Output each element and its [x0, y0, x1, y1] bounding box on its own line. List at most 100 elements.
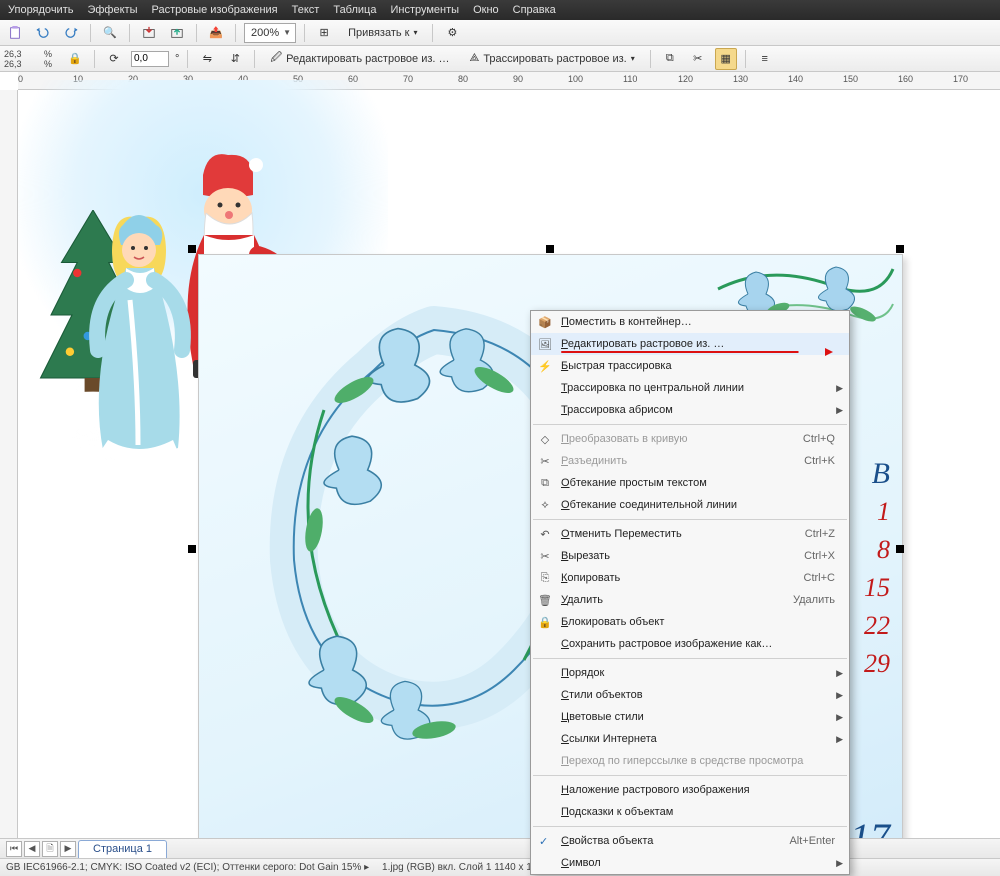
ruler-vertical: [0, 90, 18, 838]
context-menu-item[interactable]: Трассировка по центральной линии ▶: [531, 377, 849, 399]
context-menu-item[interactable]: 🖼Редактировать растровое из. …: [531, 333, 849, 355]
menu-shortcut: Ctrl+C: [804, 572, 835, 584]
import-icon[interactable]: [138, 22, 160, 44]
context-menu: 📦Поместить в контейнер…🖼Редактировать ра…: [530, 310, 850, 875]
menu-separator: [533, 826, 847, 827]
lock-ratio-icon[interactable]: 🔒: [64, 48, 86, 70]
next-page-icon[interactable]: ▶: [60, 841, 76, 857]
context-menu-item[interactable]: Трассировка абрисом▶: [531, 399, 849, 421]
context-menu-item[interactable]: Символ▶: [531, 852, 849, 874]
submenu-arrow-icon: ▶: [836, 712, 843, 723]
menu-item-icon: ⟡: [537, 497, 553, 513]
prev-page-icon[interactable]: ◀: [24, 841, 40, 857]
zoom-level[interactable]: 200% ▼: [244, 23, 296, 43]
rotate-icon[interactable]: ⟳: [103, 48, 125, 70]
menu-shortcut: Ctrl+Q: [803, 433, 835, 445]
canvas-workspace[interactable]: В 1 8 15 22 29 17: [18, 90, 1000, 838]
selection-handle[interactable]: [896, 545, 904, 553]
add-page-icon[interactable]: 🗎: [42, 841, 58, 857]
ruler-tick: 120: [678, 74, 693, 84]
selection-handle[interactable]: [188, 545, 196, 553]
chevron-down-icon: ▾: [631, 54, 635, 63]
mirror-h-icon[interactable]: ⇋: [196, 48, 218, 70]
submenu-arrow-icon: ▶: [836, 383, 843, 394]
menu-text[interactable]: Текст: [292, 4, 320, 16]
submenu-arrow-icon: ▶: [836, 858, 843, 869]
toolbar-standard: 🔍 📤 200% ▼ ⊞ Привязать к ▾ ⚙: [0, 20, 1000, 46]
calendar-row: 29: [864, 645, 890, 683]
submenu-arrow-icon: ▶: [836, 668, 843, 679]
menu-separator: [533, 775, 847, 776]
selection-handle[interactable]: [188, 245, 196, 253]
selection-handle[interactable]: [546, 245, 554, 253]
menu-item-label: Цветовые стили: [561, 711, 644, 723]
snow-maiden-figure: [78, 190, 218, 470]
menu-item-label: Удалить: [561, 594, 603, 606]
context-menu-item[interactable]: Ссылки Интернета▶: [531, 728, 849, 750]
menu-help[interactable]: Справка: [513, 4, 556, 16]
context-menu-item[interactable]: ↶Отменить ПереместитьCtrl+Z: [531, 523, 849, 545]
options-icon[interactable]: ⚙: [441, 22, 463, 44]
menu-arrange[interactable]: Упорядочить: [8, 4, 73, 16]
menu-item-icon: ↶: [537, 526, 553, 542]
ruler-tick: 160: [898, 74, 913, 84]
align-icon[interactable]: ▦: [715, 48, 737, 70]
edit-bitmap-icon: 🖉: [270, 49, 282, 68]
submenu-arrow-icon: ▶: [836, 690, 843, 701]
first-page-icon[interactable]: ⏮: [6, 841, 22, 857]
wrap-text-icon[interactable]: ≡: [754, 48, 776, 70]
menu-bitmaps[interactable]: Растровые изображения: [151, 4, 277, 16]
context-menu-item[interactable]: Цветовые стили ▶: [531, 706, 849, 728]
context-menu-item[interactable]: 🗑УдалитьУдалить: [531, 589, 849, 611]
context-menu-item[interactable]: 🔒Блокировать объект: [531, 611, 849, 633]
menu-window[interactable]: Окно: [473, 4, 499, 16]
menu-item-label: Вырезать: [561, 550, 610, 562]
pct-label: % %: [44, 49, 58, 69]
crop-icon[interactable]: ✂: [687, 48, 709, 70]
paste-icon[interactable]: [4, 22, 26, 44]
ruler-tick: 110: [623, 74, 637, 84]
redo-icon[interactable]: [60, 22, 82, 44]
publish-icon[interactable]: 📤: [205, 22, 227, 44]
trace-bitmap-button[interactable]: ⟁ Трассировать растровое из. ▾: [463, 48, 642, 70]
rotation-angle[interactable]: [131, 51, 169, 67]
edit-bitmap-button[interactable]: 🖉 Редактировать растровое из. …: [263, 48, 456, 70]
context-menu-item[interactable]: ✓Свойства объектаAlt+Enter: [531, 830, 849, 852]
menu-tools[interactable]: Инструменты: [390, 4, 459, 16]
menu-effects[interactable]: Эффекты: [87, 4, 137, 16]
selection-handle[interactable]: [896, 245, 904, 253]
menu-separator: [533, 519, 847, 520]
context-menu-item[interactable]: Стили объектов▶: [531, 684, 849, 706]
context-menu-item[interactable]: ⧉Обтекание простым текстом: [531, 472, 849, 494]
menu-item-icon: ✂: [537, 453, 553, 469]
snap-icon[interactable]: ⊞: [313, 22, 335, 44]
mirror-v-icon[interactable]: ⇵: [224, 48, 246, 70]
status-color-profiles: GB IEC61966-2.1; CMYK: ISO Coated v2 (EC…: [6, 862, 369, 873]
export-icon[interactable]: [166, 22, 188, 44]
menu-item-label: Обтекание простым текстом: [561, 477, 707, 489]
context-menu-item[interactable]: 📦Поместить в контейнер…: [531, 311, 849, 333]
menu-item-label: Поместить в контейнер…: [561, 316, 692, 328]
snap-to-dropdown[interactable]: Привязать к ▾: [341, 22, 424, 44]
context-menu-item[interactable]: ⚡Быстрая трассировка: [531, 355, 849, 377]
context-menu-item[interactable]: Наложение растрового изображения: [531, 779, 849, 801]
degree-label: °: [175, 53, 179, 65]
context-menu-item[interactable]: ✂ВырезатьCtrl+X: [531, 545, 849, 567]
property-bar: 26,3 26,3 % % 🔒 ⟳ ° ⇋ ⇵ 🖉 Редактировать …: [0, 46, 1000, 72]
context-menu-item[interactable]: Порядок▶: [531, 662, 849, 684]
resample-icon[interactable]: ⧉: [659, 48, 681, 70]
page-tab[interactable]: Страница 1: [78, 840, 167, 858]
context-menu-item[interactable]: ⎘КопироватьCtrl+C: [531, 567, 849, 589]
menu-item-label: Трассировка по центральной линии: [561, 382, 744, 394]
context-menu-item[interactable]: Подсказки к объектам: [531, 801, 849, 823]
context-menu-item[interactable]: Сохранить растровое изображение как…: [531, 633, 849, 655]
search-icon[interactable]: 🔍: [99, 22, 121, 44]
undo-icon[interactable]: [32, 22, 54, 44]
context-menu-item: Переход по гиперссылке в средстве просмо…: [531, 750, 849, 772]
ruler-tick: 140: [788, 74, 803, 84]
calendar-column: В 1 8 15 22 29: [864, 455, 890, 683]
context-menu-item[interactable]: ⟡Обтекание соединительной линии: [531, 494, 849, 516]
menu-table[interactable]: Таблица: [333, 4, 376, 16]
calendar-row: 22: [864, 607, 890, 645]
rotation-input[interactable]: [131, 51, 169, 67]
